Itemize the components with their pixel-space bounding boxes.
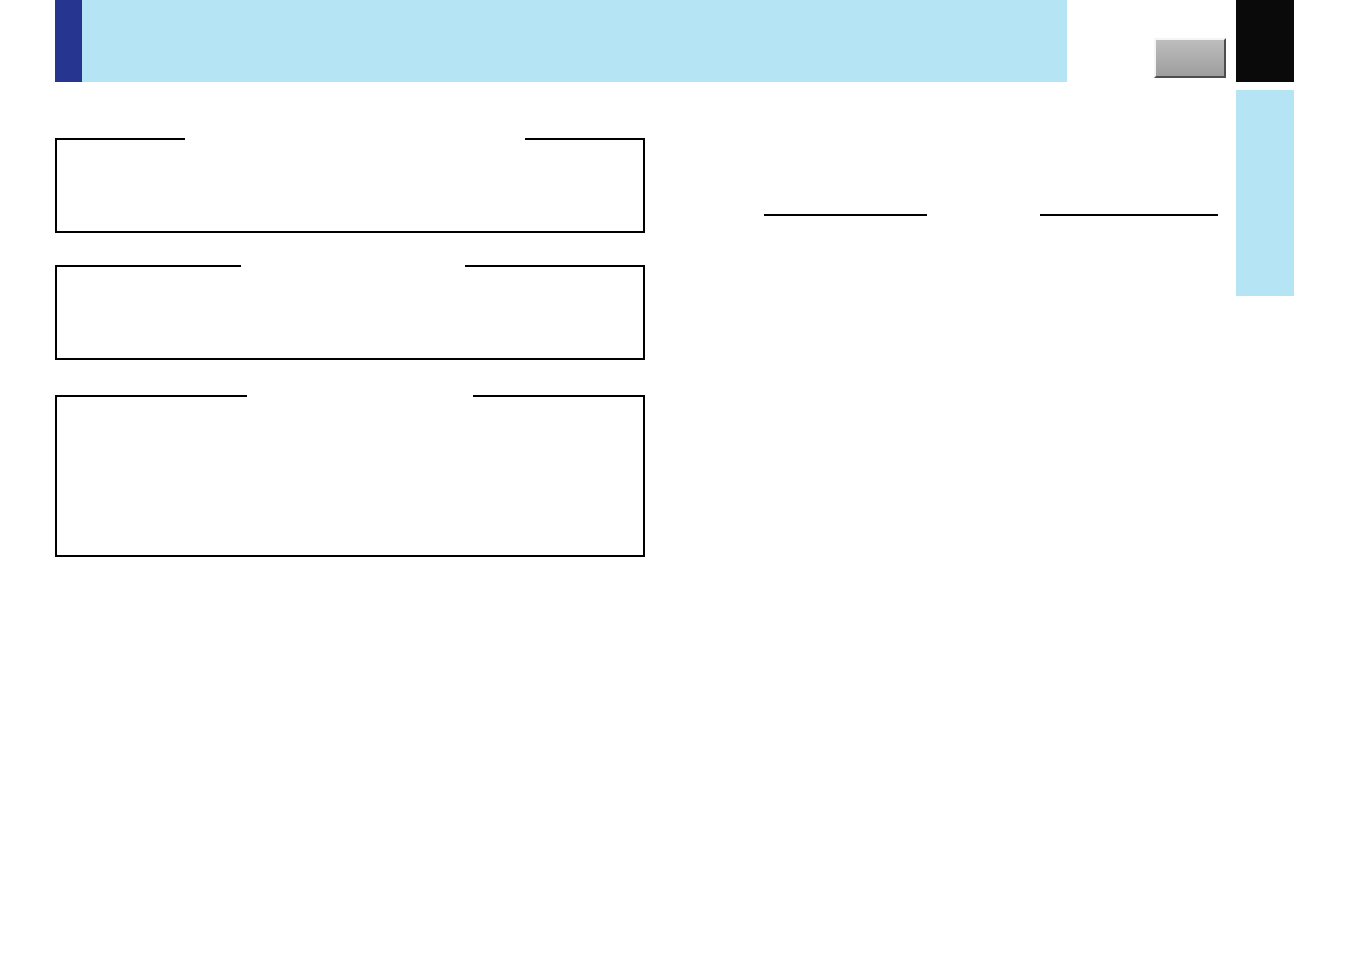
underline-1: [764, 214, 927, 216]
underline-2: [1040, 214, 1218, 216]
header-button[interactable]: [1154, 38, 1226, 78]
section-box-1-label-gap: [185, 138, 525, 142]
top-banner-corner: [1236, 0, 1294, 82]
section-box-2: [55, 265, 645, 360]
section-box-1: [55, 138, 645, 233]
section-box-2-label-gap: [241, 265, 465, 269]
section-box-3: [55, 395, 645, 557]
section-box-3-label-gap: [247, 395, 473, 399]
top-banner: [55, 0, 1067, 82]
side-tab: [1236, 90, 1294, 296]
page: [0, 0, 1348, 954]
top-banner-accent: [55, 0, 82, 82]
